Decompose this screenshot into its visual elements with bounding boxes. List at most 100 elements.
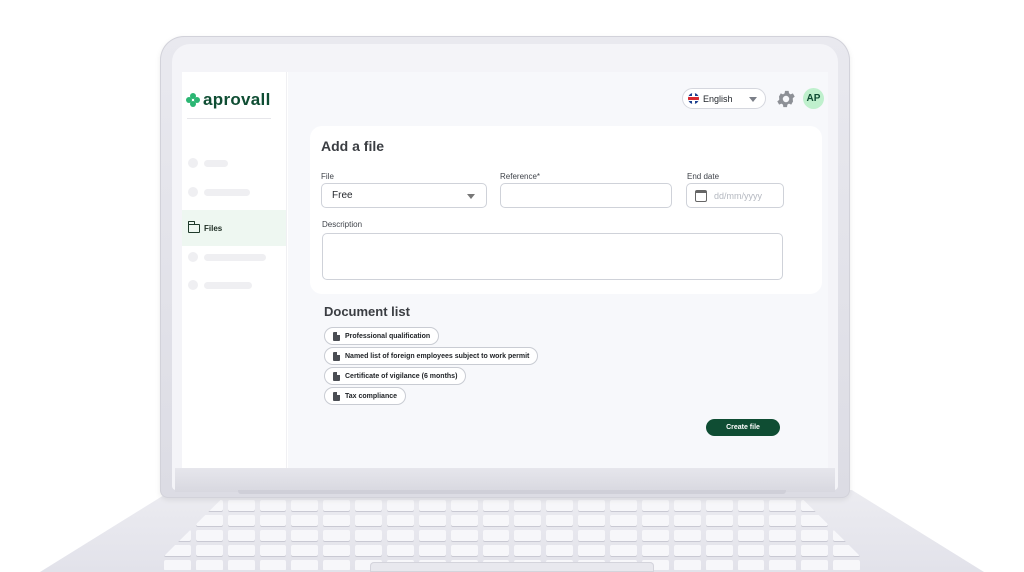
placeholder-icon <box>188 158 198 168</box>
keyboard-key <box>323 500 351 511</box>
keyboard-key <box>641 500 669 511</box>
sidebar-divider <box>187 118 271 119</box>
language-label: English <box>703 93 733 104</box>
description-textarea[interactable] <box>322 233 783 280</box>
keyboard-key <box>546 500 574 511</box>
end-date-label: End date <box>687 172 720 181</box>
keyboard-key <box>291 545 319 556</box>
keyboard-key <box>291 500 319 511</box>
keyboard-key <box>195 530 223 541</box>
document-chip[interactable]: Certificate of vigilance (6 months) <box>324 367 467 385</box>
keyboard-key <box>546 530 574 541</box>
keyboard-key <box>291 560 319 570</box>
sidebar-item-placeholder[interactable] <box>188 158 228 168</box>
keyboard-key <box>610 515 637 526</box>
keyboard-key <box>801 545 829 556</box>
placeholder-icon <box>188 187 198 197</box>
document-chip[interactable]: Named list of foreign employees subject … <box>324 347 539 365</box>
end-date-input[interactable]: dd/mm/yyyy <box>686 183 784 208</box>
keyboard-key <box>705 560 733 570</box>
document-chip[interactable]: Professional qualification <box>324 327 440 345</box>
placeholder-icon <box>188 252 198 262</box>
keyboard-key <box>482 500 510 511</box>
keyboard-key <box>227 500 255 511</box>
keyboard-key <box>259 545 287 556</box>
keyboard-key <box>673 530 701 541</box>
keyboard-key <box>323 545 351 556</box>
brand-logo[interactable]: aprovall <box>186 90 271 110</box>
laptop-keyboard <box>150 498 874 570</box>
keyboard-key <box>769 560 797 570</box>
reference-input[interactable] <box>500 183 672 208</box>
keyboard-key <box>769 545 797 556</box>
keyboard-key <box>291 515 319 526</box>
keyboard-key <box>450 500 478 511</box>
keyboard-key <box>355 500 383 511</box>
laptop-hinge <box>175 468 835 492</box>
keyboard-key <box>418 545 446 556</box>
keyboard-key <box>418 515 446 526</box>
keyboard-key <box>673 515 701 526</box>
keyboard-key <box>610 500 637 511</box>
keyboard-key <box>195 560 223 570</box>
sidebar-item-placeholder[interactable] <box>188 252 266 262</box>
language-selector[interactable]: English <box>682 88 766 109</box>
aprovall-logo-icon <box>186 93 200 107</box>
placeholder-icon <box>188 280 198 290</box>
keyboard-key <box>705 530 733 541</box>
keyboard-key <box>673 500 701 511</box>
keyboard-key <box>482 545 510 556</box>
keyboard-key <box>450 530 478 541</box>
document-icon <box>333 371 340 381</box>
document-icon <box>333 331 340 341</box>
gear-icon[interactable] <box>775 88 797 110</box>
file-select[interactable]: Free <box>321 183 487 208</box>
keyboard-key <box>387 515 414 526</box>
keyboard-key <box>355 530 383 541</box>
sidebar-item-files[interactable]: Files <box>182 210 286 246</box>
keyboard-key <box>578 545 606 556</box>
keyboard-key <box>418 530 446 541</box>
keyboard-key <box>450 515 478 526</box>
document-chip-label: Named list of foreign employees subject … <box>345 352 530 360</box>
keyboard-key <box>227 530 255 541</box>
keyboard-key <box>705 500 733 511</box>
keyboard-key <box>418 500 446 511</box>
reference-label: Reference* <box>500 172 541 181</box>
create-file-button[interactable]: Create file <box>706 419 780 436</box>
keyboard-key <box>641 545 669 556</box>
keyboard-key <box>387 530 414 541</box>
keyboard-key <box>323 515 351 526</box>
keyboard-key <box>769 515 797 526</box>
keyboard-key <box>387 545 414 556</box>
document-icon <box>333 351 340 361</box>
keyboard-key <box>355 545 383 556</box>
keyboard-key <box>578 530 606 541</box>
keyboard-key <box>610 545 637 556</box>
keyboard-key <box>259 500 287 511</box>
keyboard-key <box>195 545 223 556</box>
add-file-card: Add a file File Free Reference* End date… <box>310 126 822 294</box>
keyboard-key <box>291 530 319 541</box>
app-screen: aprovall Files English AP Add a file Fil… <box>182 72 828 468</box>
calendar-icon[interactable] <box>695 189 707 202</box>
main-content: English AP Add a file File Free Referenc… <box>288 72 828 468</box>
sidebar-item-placeholder[interactable] <box>188 187 250 197</box>
keyboard-key <box>705 515 733 526</box>
file-select-value: Free <box>332 190 353 201</box>
keyboard-key <box>673 545 701 556</box>
document-chip[interactable]: Tax compliance <box>324 387 407 405</box>
end-date-placeholder: dd/mm/yyyy <box>714 190 763 201</box>
page-title: Add a file <box>321 138 385 154</box>
keyboard-key <box>227 560 255 570</box>
keyboard-key <box>673 560 701 570</box>
keyboard-key <box>323 560 351 570</box>
sidebar-item-placeholder[interactable] <box>188 280 252 290</box>
document-chip-label: Professional qualification <box>345 332 431 340</box>
file-label: File <box>321 172 334 181</box>
keyboard-key <box>737 560 765 570</box>
keyboard-key <box>514 545 542 556</box>
keyboard-key <box>323 530 351 541</box>
avatar[interactable]: AP <box>803 88 824 109</box>
keyboard-key <box>482 515 510 526</box>
